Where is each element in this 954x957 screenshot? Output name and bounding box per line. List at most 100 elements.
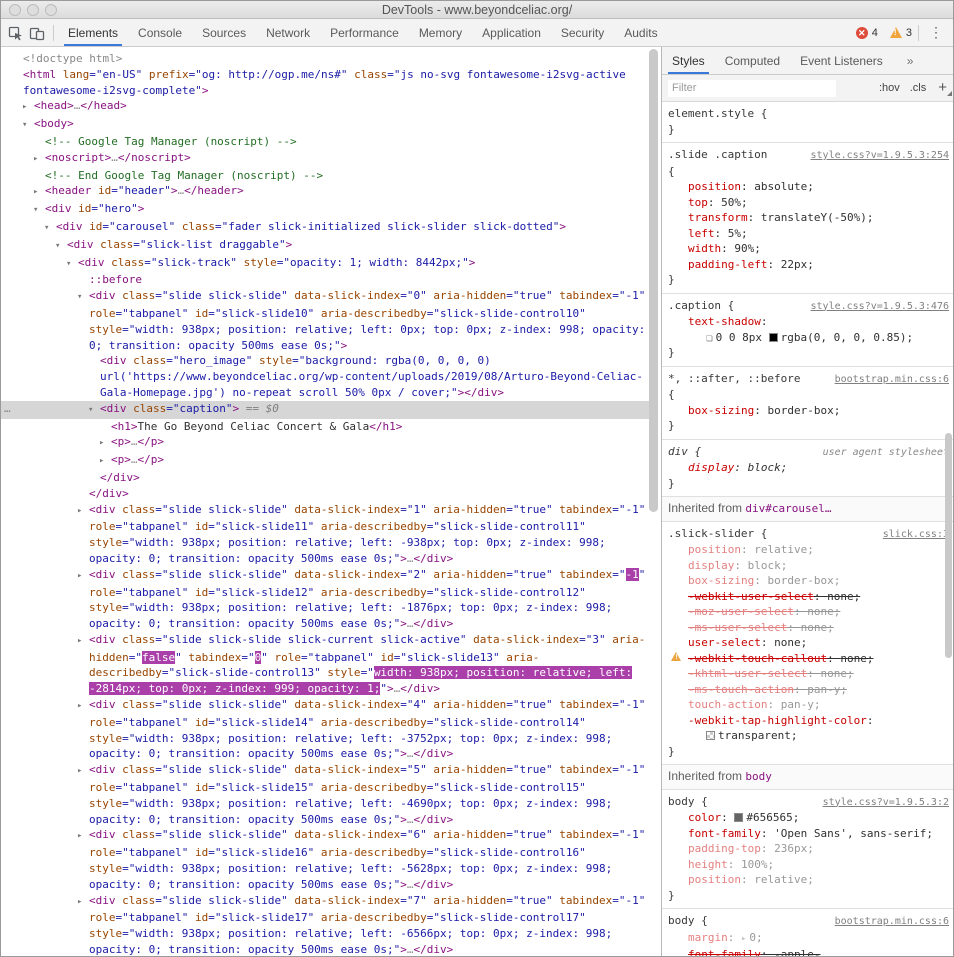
css-property[interactable]: -webkit-tap-highlight-color: [668, 713, 949, 729]
tab-elements[interactable]: Elements [58, 19, 128, 46]
dom-tree-line[interactable]: ::before [1, 272, 653, 288]
dom-tree-line[interactable]: <h1>The Go Beyond Celiac Concert & Gala<… [1, 419, 653, 435]
dom-tree-line[interactable]: ▾<div class="slide slick-slide" data-sli… [1, 288, 653, 353]
styles-scrollbar[interactable] [945, 433, 952, 658]
color-swatch[interactable] [734, 813, 743, 822]
expand-arrow-icon[interactable]: ▸ [33, 185, 45, 201]
dom-tree-line[interactable]: ▾<div class="slick-list draggable"> [1, 237, 653, 255]
toggle-element-state-button[interactable]: :hov [879, 82, 900, 94]
css-property[interactable]: color: #656565; [668, 810, 949, 826]
expand-arrow-icon[interactable]: ▸ [77, 634, 89, 650]
new-style-rule-button[interactable]: + [938, 81, 947, 95]
css-property[interactable]: display: block; [668, 460, 949, 476]
css-selector[interactable]: element.style { [668, 106, 767, 122]
expand-arrow-icon[interactable]: ▸ [77, 504, 89, 520]
dom-tree-line[interactable]: <!doctype html> [1, 51, 653, 67]
css-property-value[interactable]: transparent; [668, 728, 949, 744]
inherited-node-link[interactable]: body [745, 770, 772, 783]
tab-network[interactable]: Network [256, 19, 320, 46]
css-property[interactable]: height: 100%; [668, 857, 949, 873]
collapse-arrow-icon[interactable]: ▾ [55, 239, 67, 255]
color-swatch[interactable] [706, 731, 715, 740]
css-property[interactable]: display: block; [668, 558, 949, 574]
device-toolbar-icon[interactable] [29, 25, 45, 41]
shadow-swatch-icon[interactable]: ❏ [706, 330, 713, 346]
tab-application[interactable]: Application [472, 19, 551, 46]
tab-sources[interactable]: Sources [192, 19, 256, 46]
css-property[interactable]: -khtml-user-select: none; [668, 666, 949, 682]
stylesheet-source-link[interactable]: style.css?v=1.9.5.3:254 [805, 148, 949, 164]
dom-tree-line[interactable]: ▸<header id="header">…</header> [1, 183, 653, 201]
dom-tree-line[interactable]: ▾<div id="hero"> [1, 201, 653, 219]
dom-tree-line-selected[interactable]: …▾<div class="caption"> == $0 [1, 401, 653, 419]
tab-security[interactable]: Security [551, 19, 614, 46]
css-property[interactable]: font-family: 'Open Sans', sans-serif; [668, 826, 949, 842]
css-selector[interactable]: .slick-slider { [668, 526, 767, 542]
expand-arrow-icon[interactable]: ▸ [77, 764, 89, 780]
dom-tree-line[interactable]: ▸<head>…</head> [1, 98, 653, 116]
dom-tree-line[interactable]: ▸<p>…</p> [1, 452, 653, 470]
css-property[interactable]: transform: translateY(-50%); [668, 210, 949, 226]
style-filter-input[interactable] [668, 80, 836, 97]
css-property[interactable]: position: relative; [668, 542, 949, 558]
dom-tree-line[interactable]: ▸<div class="slide slick-slide" data-sli… [1, 567, 653, 632]
stylesheet-source-link[interactable]: bootstrap.min.css:6 [829, 372, 949, 388]
css-selector[interactable]: body { [668, 794, 708, 810]
css-property[interactable]: width: 90%; [668, 241, 949, 257]
collapse-arrow-icon[interactable]: ▾ [77, 290, 89, 306]
dom-tree-line[interactable]: <html lang="en-US" prefix="og: http://og… [1, 67, 653, 99]
css-property[interactable]: -webkit-user-select: none; [668, 589, 949, 605]
tab-memory[interactable]: Memory [409, 19, 472, 46]
expand-value-icon[interactable]: ▸ [741, 934, 746, 944]
dom-tree-line[interactable]: ▾<div class="slick-track" style="opacity… [1, 255, 653, 273]
sidebar-tab-styles[interactable]: Styles [662, 47, 715, 74]
css-property[interactable]: font-family: -apple-system,BlinkMacSyste… [668, 947, 949, 956]
css-property[interactable]: !-webkit-touch-callout: none; [668, 651, 949, 667]
dom-tree-line[interactable]: ▸<div class="slide slick-slide" data-sli… [1, 893, 653, 956]
dom-tree-line[interactable]: <!-- End Google Tag Manager (noscript) -… [1, 168, 653, 184]
dom-tree-line[interactable]: ▾<div id="carousel" class="fader slick-i… [1, 219, 653, 237]
dom-tree-line[interactable]: ▸<noscript>…</noscript> [1, 150, 653, 168]
expand-arrow-icon[interactable]: ▸ [22, 100, 34, 116]
dom-tree-line[interactable]: </div> [1, 470, 653, 486]
color-swatch[interactable] [769, 333, 778, 342]
tab-audits[interactable]: Audits [614, 19, 667, 46]
css-property[interactable]: position: absolute; [668, 179, 949, 195]
css-property-value[interactable]: ❏0 0 8px rgba(0, 0, 0, 0.85); [668, 330, 949, 346]
sidebar-tab-event-listeners[interactable]: Event Listeners [790, 47, 893, 74]
inherited-node-link[interactable]: div#carousel… [745, 502, 831, 515]
dom-tree-line[interactable]: ▸<div class="slide slick-slide" data-sli… [1, 502, 653, 567]
inspect-element-icon[interactable] [7, 25, 23, 41]
element-classes-button[interactable]: .cls [910, 82, 927, 94]
dom-tree-line[interactable]: ▸<div class="slide slick-slide" data-sli… [1, 827, 653, 892]
collapse-arrow-icon[interactable]: ▾ [22, 118, 34, 134]
minimize-window-icon[interactable] [27, 4, 39, 16]
expand-arrow-icon[interactable]: ▸ [77, 699, 89, 715]
zoom-window-icon[interactable] [45, 4, 57, 16]
elements-scrollbar[interactable] [649, 49, 658, 512]
stylesheet-source-link[interactable]: slick.css:3 [877, 527, 949, 543]
tab-console[interactable]: Console [128, 19, 192, 46]
collapse-arrow-icon[interactable]: ▾ [88, 403, 100, 419]
css-property[interactable]: -moz-user-select: none; [668, 604, 949, 620]
expand-arrow-icon[interactable]: ▸ [77, 569, 89, 585]
stylesheet-source-link[interactable]: bootstrap.min.css:6 [829, 914, 949, 930]
css-property[interactable]: top: 50%; [668, 195, 949, 211]
css-selector[interactable]: .slide .caption [668, 147, 767, 163]
collapse-arrow-icon[interactable]: ▾ [33, 203, 45, 219]
css-property[interactable]: position: relative; [668, 872, 949, 888]
css-property[interactable]: padding-left: 22px; [668, 257, 949, 273]
css-property[interactable]: -ms-user-select: none; [668, 620, 949, 636]
css-property[interactable]: text-shadow: [668, 314, 949, 330]
more-menu-icon[interactable]: ⋮ [923, 24, 949, 41]
dom-tree-line[interactable]: <div class="hero_image" style="backgroun… [1, 353, 653, 400]
css-selector[interactable]: body { [668, 913, 708, 929]
css-selector[interactable]: *, ::after, ::before [668, 371, 800, 387]
css-selector[interactable]: div { [668, 444, 701, 460]
css-property[interactable]: -ms-touch-action: pan-y; [668, 682, 949, 698]
dom-tree-line[interactable]: ▸<div class="slide slick-slide" data-sli… [1, 762, 653, 827]
warning-icon[interactable]: ! [890, 27, 902, 38]
dom-tree-line[interactable]: ▸<p>…</p> [1, 434, 653, 452]
css-property[interactable]: margin: ▸0; [668, 930, 949, 948]
stylesheet-source-link[interactable]: style.css?v=1.9.5.3:2 [817, 795, 949, 811]
